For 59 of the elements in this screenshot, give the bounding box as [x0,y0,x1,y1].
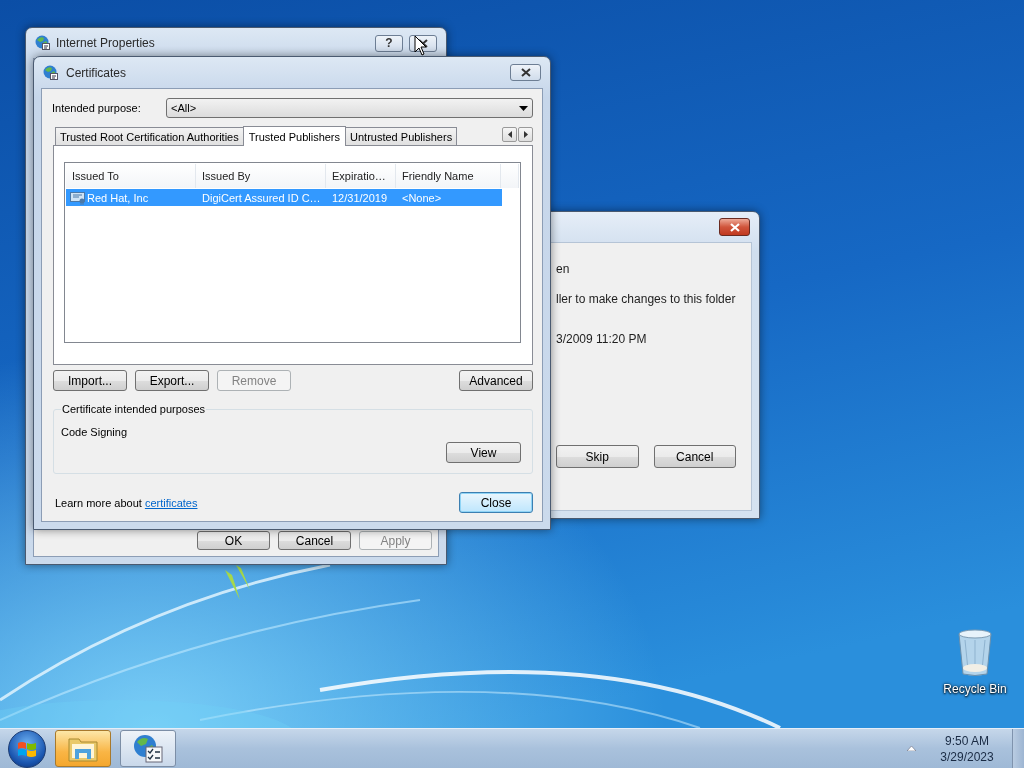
learn-more-text: Learn more about certificates [55,496,198,509]
message-text: ller to make changes to this folder [556,291,736,307]
close-icon [418,38,428,48]
globe-icon [35,35,51,51]
desktop-icon-label: Recycle Bin [943,682,1007,696]
table-cell: Red Hat, Inc [87,191,149,204]
taskbar-button[interactable] [120,730,176,767]
window-title: Internet Properties [56,36,155,50]
right-arrow-icon [523,130,528,138]
window-title: Certificates [66,65,127,80]
leaf-drawing [225,565,250,600]
column-header[interactable]: Expiratio… [326,164,396,188]
dialog-button[interactable]: Cancel [653,445,736,468]
purpose-text: Code Signing [61,425,129,439]
action-button[interactable]: Advanced [459,370,533,391]
table-cell: DigiCert Assured ID C… [202,191,321,204]
scroll-right-button[interactable] [518,126,533,142]
table-cell: 12/31/2019 [332,191,388,204]
close-button[interactable] [510,64,541,81]
dialog-button[interactable]: Skip [556,445,639,468]
field-label: Intended purpose: [52,102,142,114]
help-button[interactable]: ? [375,34,403,52]
tab[interactable]: Trusted Root Certification Authorities [55,127,244,145]
view-button[interactable]: View [446,442,521,463]
dropdown-arrow-icon [519,105,528,111]
column-header[interactable]: Issued To [66,164,196,188]
action-button[interactable]: Export... [135,370,209,391]
start-button[interactable] [8,729,46,768]
clock-time[interactable]: 9:50 AM [945,732,989,749]
column-header[interactable]: Friendly Name [396,164,501,188]
certificates-link[interactable]: certificates [144,496,198,509]
dialog-button[interactable]: Cancel [278,531,351,550]
action-button[interactable]: Import... [53,370,127,391]
close-button[interactable]: Close [459,492,533,513]
globe-checklist-icon [132,733,164,764]
close-button[interactable] [719,218,750,236]
show-desktop-button[interactable] [1012,728,1024,768]
dialog-button[interactable]: OK [197,531,270,550]
purpose-dropdown[interactable]: <All> [166,98,533,118]
clock-date[interactable]: 3/29/2023 [940,748,994,765]
scroll-left-button[interactable] [502,126,517,142]
mouse-cursor-icon [414,35,427,56]
left-arrow-icon [507,130,512,138]
tab[interactable]: Trusted Publishers [242,126,347,146]
up-arrow-icon[interactable] [907,746,916,751]
message-text: 3/2009 11:20 PM [556,331,648,347]
close-icon [520,68,531,77]
table-cell: <None> [402,191,442,204]
flag-icon [17,739,37,758]
taskbar-button[interactable] [55,730,111,767]
message-text: en [556,261,571,277]
certificate-icon [70,190,86,205]
close-icon [729,222,740,232]
recycle-bin-icon[interactable] [957,628,993,676]
empty-column-header [501,164,519,188]
tab[interactable]: Untrusted Publishers [345,127,458,145]
globe-icon [43,64,59,81]
group-title: Certificate intended purposes [61,403,207,415]
column-header[interactable]: Issued By [196,164,326,188]
